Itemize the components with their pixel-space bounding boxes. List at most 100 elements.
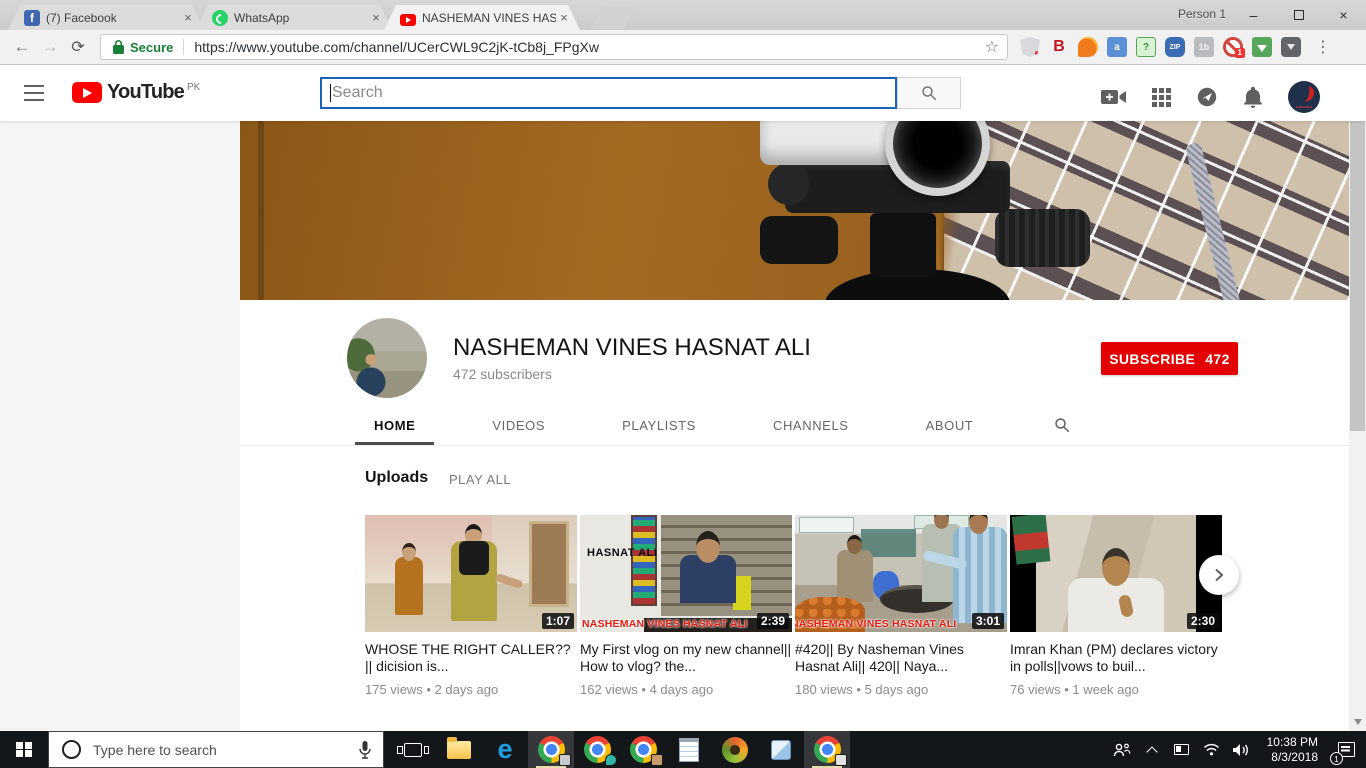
tb-extension-icon[interactable]: 1b [1194,37,1214,57]
video-thumbnail[interactable]: 1:07 [365,515,577,632]
wifi-icon[interactable] [1197,731,1227,768]
video-card[interactable]: 1:07 WHOSE THE RIGHT CALLER??|| dicision… [365,515,577,697]
subscribe-label: SUBSCRIBE [1109,351,1195,367]
tab-close-icon[interactable]: × [180,10,196,26]
screen: f (7) Facebook × WhatsApp × NASHEMAN VIN… [0,0,1366,768]
notifications-bell-icon[interactable] [1243,86,1263,108]
start-button[interactable] [0,731,48,768]
video-duration-badge: 2:39 [757,613,789,629]
browser-profile-name[interactable]: Person 1 [1178,7,1226,21]
forward-button[interactable]: → [36,37,64,57]
address-bar[interactable]: Secure https://www.youtube.com/channel/U… [100,34,1008,60]
apps-grid-icon[interactable] [1152,88,1171,107]
chrome-button-1[interactable] [528,731,574,768]
notepad-button[interactable] [666,731,712,768]
video-title[interactable]: Imran Khan (PM) declares victory in poll… [1010,641,1222,675]
search-button[interactable] [897,77,961,109]
browser-tab-whatsapp[interactable]: WhatsApp × [196,5,392,30]
url-text[interactable]: https://www.youtube.com/channel/UCerCWL9… [194,39,978,55]
window-controls: – × [1231,0,1366,29]
video-cards-row: 1:07 WHOSE THE RIGHT CALLER??|| dicision… [365,515,1222,697]
bookmark-star-icon[interactable]: ☆ [985,37,999,57]
file-explorer-button[interactable] [436,731,482,768]
play-all-link[interactable]: PLAY ALL [449,472,511,487]
video-thumbnail[interactable]: HASNAT ALI NASHEMAN VINES HASNAT ALI 2:3… [580,515,792,632]
video-title[interactable]: My First vlog on my new channel|| How to… [580,641,792,675]
search-input[interactable] [320,77,897,109]
subscribe-button[interactable]: SUBSCRIBE 472 [1101,342,1238,375]
chrome-profile-badge [835,754,847,766]
measure-extension-icon[interactable]: a [1107,37,1127,57]
reload-button[interactable]: ⟳ [64,37,92,57]
browser-tab-youtube-active[interactable]: NASHEMAN VINES HASN × [384,5,580,30]
chrome-button-3[interactable] [620,731,666,768]
tab-videos[interactable]: VIDEOS [473,405,564,445]
taskbar-search-placeholder: Type here to search [93,742,359,758]
minimize-button[interactable]: – [1231,0,1276,29]
tab-home[interactable]: HOME [355,405,434,445]
microphone-icon[interactable] [359,741,371,759]
channel-page-column: NASHEMAN VINES HASNAT ALI 472 subscriber… [240,300,1350,731]
tablet-mode-icon[interactable] [1167,731,1197,768]
channel-search-icon[interactable] [1053,405,1071,445]
adblock-extension-icon[interactable]: B [1049,37,1069,57]
account-avatar[interactable] [1288,81,1320,113]
scrollbar-thumb[interactable] [1350,81,1365,431]
maximize-button[interactable] [1276,0,1321,29]
video-thumbnail[interactable]: 2:30 [1010,515,1222,632]
clock-date: 8/3/2018 [1267,750,1318,765]
taskbar-search-box[interactable]: Type here to search [48,731,384,768]
uploads-heading: Uploads [365,469,428,487]
people-tray-icon[interactable] [1107,731,1137,768]
carousel-next-button[interactable] [1199,555,1239,595]
video-card[interactable]: 2:30 Imran Khan (PM) declares victory in… [1010,515,1222,697]
browser-tab-facebook[interactable]: f (7) Facebook × [8,5,204,30]
hamburger-menu-icon[interactable] [24,85,44,101]
spark-extension-icon[interactable] [1078,37,1098,57]
video-card[interactable]: HASNAT ALI NASHEMAN VINES HASNAT ALI 2:3… [580,515,792,697]
youtube-logo[interactable]: YouTube PK [72,81,200,104]
help-extension-icon[interactable]: ? [1136,37,1156,57]
video-duration-badge: 2:30 [1187,613,1219,629]
tab-channels[interactable]: CHANNELS [754,405,868,445]
cube-app-button[interactable] [758,731,804,768]
download-gray-extension-icon[interactable] [1281,37,1301,57]
browser-menu-icon[interactable]: ⋮ [1315,37,1331,57]
download-green-extension-icon[interactable] [1252,37,1272,57]
page-scrollbar[interactable] [1349,65,1366,731]
video-title[interactable]: WHOSE THE RIGHT CALLER??|| dicision is..… [365,641,577,675]
zip-extension-icon[interactable]: ZIP [1165,37,1185,57]
messages-icon[interactable] [1196,86,1218,108]
video-title[interactable]: #420|| By Nasheman Vines Hasnat Ali|| 42… [795,641,1007,675]
task-view-button[interactable] [390,731,436,768]
tab-title: NASHEMAN VINES HASN [422,11,556,25]
upload-video-icon[interactable] [1101,88,1127,106]
edge-button[interactable]: e [482,731,528,768]
notification-count-badge: 1 [1330,752,1343,765]
chevron-right-icon [1212,568,1226,582]
tab-close-icon[interactable]: × [368,10,384,26]
video-thumbnail[interactable]: NASHEMAN VINES HASNAT ALI 3:01 [795,515,1007,632]
shield-extension-icon[interactable]: 1 [1020,37,1040,57]
clock-time: 10:38 PM [1267,735,1318,750]
tray-expand-icon[interactable] [1137,731,1167,768]
taskbar-clock[interactable]: 10:38 PM 8/3/2018 [1257,735,1326,765]
windows-logo-icon [16,742,32,758]
channel-avatar[interactable] [347,318,427,398]
chrome-button-2[interactable] [574,731,620,768]
back-button[interactable]: ← [8,37,36,57]
tab-playlists[interactable]: PLAYLISTS [603,405,715,445]
tab-close-icon[interactable]: × [556,10,572,26]
close-button[interactable]: × [1321,0,1366,29]
video-card[interactable]: NASHEMAN VINES HASNAT ALI 3:01 #420|| By… [795,515,1007,697]
action-center-button[interactable]: 1 [1326,731,1366,768]
url-separator [183,39,184,55]
new-tab-button[interactable] [590,7,636,29]
volume-icon[interactable] [1227,731,1257,768]
tab-about[interactable]: ABOUT [907,405,993,445]
snagit-button[interactable] [712,731,758,768]
chrome-button-4[interactable] [804,731,850,768]
thumbnail-overlay-text: HASNAT ALI [587,547,657,559]
scroll-down-arrow-icon[interactable] [1354,719,1362,725]
blocker-extension-icon[interactable]: 1 [1223,37,1243,57]
